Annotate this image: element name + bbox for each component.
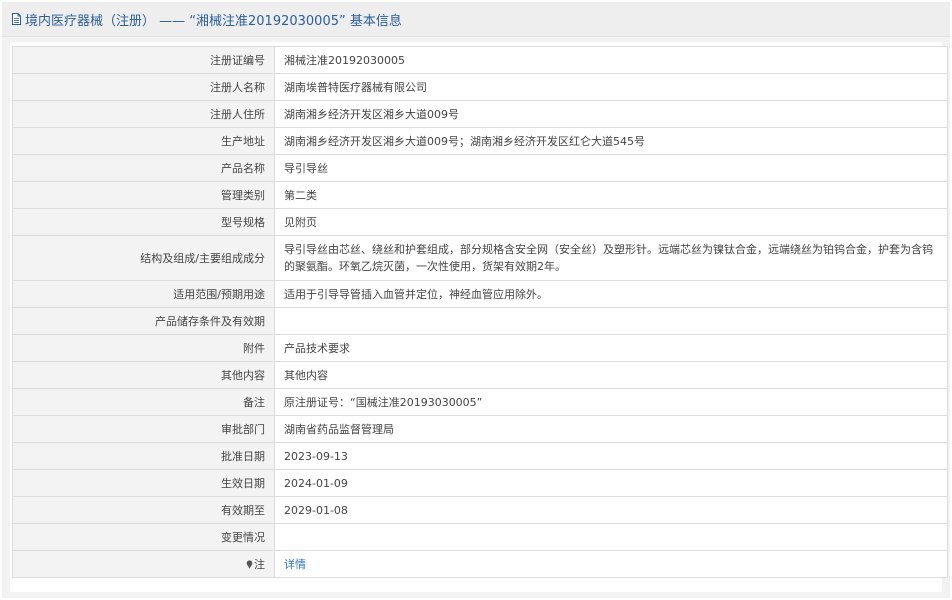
row-label: 备注 [12, 388, 275, 416]
table-row: 产品储存条件及有效期 [12, 307, 948, 335]
row-value: 产品技术要求 [274, 334, 948, 362]
table-row: 生产地址 湖南湘乡经济开发区湘乡大道009号；湖南湘乡经济开发区红仑大道545号 [12, 127, 948, 155]
table-row: 注册人名称 湖南埃普特医疗器械有限公司 [12, 73, 948, 101]
row-value: 原注册证号：“国械注准20193030005” [274, 388, 948, 416]
row-label: 管理类别 [12, 181, 275, 209]
row-label: 型号规格 [12, 208, 275, 236]
row-value: 湘械注准20192030005 [274, 46, 948, 74]
table-row: 产品名称 导引导丝 [12, 154, 948, 182]
row-value: 2023-09-13 [274, 442, 948, 470]
row-label: 有效期至 [12, 496, 275, 524]
table-row: 备注 原注册证号：“国械注准20193030005” [12, 388, 948, 416]
row-value: 第二类 [274, 181, 948, 209]
row-value: 湖南埃普特医疗器械有限公司 [274, 73, 948, 101]
row-label: 批准日期 [12, 442, 275, 470]
document-icon [12, 13, 21, 25]
row-value: 导引导丝 [274, 154, 948, 182]
table-row: 注册人住所 湖南湘乡经济开发区湘乡大道009号 [12, 100, 948, 128]
page-title: 境内医疗器械（注册） —— “湘械注准20192030005” 基本信息 [25, 13, 402, 29]
row-value: 其他内容 [274, 361, 948, 389]
row-value [274, 307, 948, 335]
table-row: 注册证编号 湘械注准20192030005 [12, 46, 948, 74]
row-label: 变更情况 [12, 523, 275, 551]
row-label: 注册证编号 [12, 46, 275, 74]
row-value: 湖南省药品监督管理局 [274, 415, 948, 443]
row-label: 适用范围/预期用途 [12, 280, 275, 308]
page-header: 境内医疗器械（注册） —— “湘械注准20192030005” 基本信息 [2, 2, 950, 37]
row-value: 详情 [274, 550, 948, 578]
row-label: 产品名称 [12, 154, 275, 182]
row-label: 审批部门 [12, 415, 275, 443]
row-value: 导引导丝由芯丝、绕丝和护套组成，部分规格含安全网（安全丝）及塑形针。远端芯丝为镍… [274, 235, 948, 281]
table-row: 变更情况 [12, 523, 948, 551]
row-label: 其他内容 [12, 361, 275, 389]
row-value: 适用于引导导管插入血管并定位，神经血管应用除外。 [274, 280, 948, 308]
table-row: 结构及组成/主要组成成分 导引导丝由芯丝、绕丝和护套组成，部分规格含安全网（安全… [12, 235, 948, 281]
page-frame: 境内医疗器械（注册） —— “湘械注准20192030005” 基本信息 注册证… [2, 2, 950, 598]
table-row: 适用范围/预期用途 适用于引导导管插入血管并定位，神经血管应用除外。 [12, 280, 948, 308]
row-value [274, 523, 948, 551]
table-row: 型号规格 见附页 [12, 208, 948, 236]
table-row: 生效日期 2024-01-09 [12, 469, 948, 497]
row-value: 见附页 [274, 208, 948, 236]
table-row: 管理类别 第二类 [12, 181, 948, 209]
table-row: 审批部门 湖南省药品监督管理局 [12, 415, 948, 443]
row-value: 湖南湘乡经济开发区湘乡大道009号；湖南湘乡经济开发区红仑大道545号 [274, 127, 948, 155]
table-row: 附件 产品技术要求 [12, 334, 948, 362]
row-label: 结构及组成/主要组成成分 [12, 235, 275, 281]
details-link[interactable]: 详情 [284, 558, 306, 571]
note-label: 注 [254, 557, 265, 571]
table-row: 其他内容 其他内容 [12, 361, 948, 389]
table-row: 批准日期 2023-09-13 [12, 442, 948, 470]
row-value: 2029-01-08 [274, 496, 948, 524]
row-label: 附件 [12, 334, 275, 362]
row-value: 2024-01-09 [274, 469, 948, 497]
row-value: 湖南湘乡经济开发区湘乡大道009号 [274, 100, 948, 128]
row-label: 注册人名称 [12, 73, 275, 101]
info-panel: 注册证编号 湘械注准20192030005 注册人名称 湖南埃普特医疗器械有限公… [10, 42, 948, 592]
row-label: 生产地址 [12, 127, 275, 155]
pin-icon [246, 559, 253, 569]
row-label: 生效日期 [12, 469, 275, 497]
table-row: 有效期至 2029-01-08 [12, 496, 948, 524]
row-label-note: 注 [12, 550, 275, 578]
row-label: 注册人住所 [12, 100, 275, 128]
table-row: 注 详情 [12, 550, 948, 578]
row-label: 产品储存条件及有效期 [12, 307, 275, 335]
info-table: 注册证编号 湘械注准20192030005 注册人名称 湖南埃普特医疗器械有限公… [12, 46, 948, 578]
